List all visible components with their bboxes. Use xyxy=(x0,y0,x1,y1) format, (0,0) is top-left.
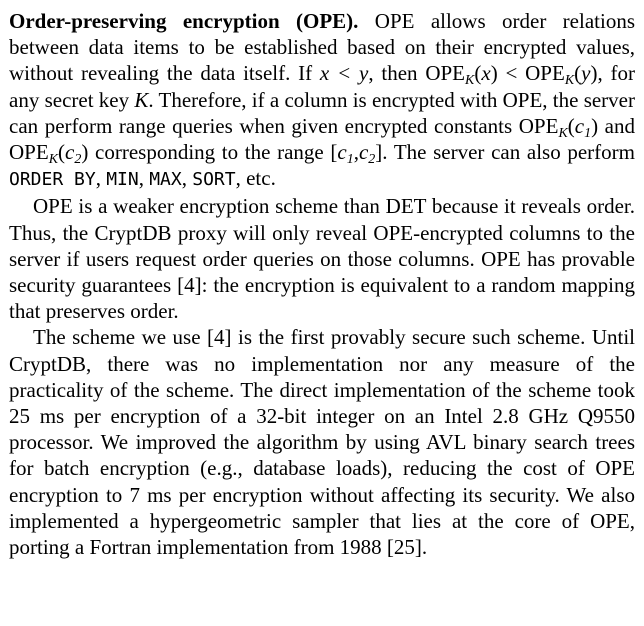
body-text: OPE is a weaker encryption scheme than D… xyxy=(9,194,635,324)
body-text: The scheme we use [4] is the first prova… xyxy=(9,325,635,560)
sql-keyword: MIN xyxy=(106,169,139,191)
ope-function: OPEK(x) xyxy=(425,61,498,89)
body-text: < xyxy=(497,61,526,86)
section-heading: Order-preserving encryption (OPE). xyxy=(9,9,359,33)
ope-function: OPEK(y) xyxy=(525,61,598,89)
math-subscript: 1 xyxy=(346,152,354,168)
key-subscript: K xyxy=(558,125,568,141)
key-subscript: K xyxy=(564,73,575,89)
key-subscript: K xyxy=(48,152,59,168)
math-subscript: 2 xyxy=(368,152,376,168)
body-text: , xyxy=(138,166,150,191)
paragraph-ope-security: OPE is a weaker encryption scheme than D… xyxy=(9,193,635,324)
math-subscript: 2 xyxy=(74,152,82,168)
sql-keyword: ORDER BY xyxy=(9,169,96,191)
math-variable: c1 xyxy=(337,140,354,168)
sql-keyword: MAX xyxy=(149,169,182,191)
ope-function: OPEK(c2) xyxy=(9,140,89,168)
key-subscript: K xyxy=(465,73,475,89)
math-variable: c1 xyxy=(574,113,592,141)
range-interval: [c1,c2] xyxy=(330,140,383,168)
body-text: , xyxy=(95,166,107,191)
math-variable: c2 xyxy=(358,140,376,168)
paragraph-ope-definition: Order-preserving encryption (OPE). OPE a… xyxy=(9,8,635,193)
body-text: , xyxy=(181,166,193,191)
body-text: , then xyxy=(368,61,426,86)
math-variable: y xyxy=(581,61,591,86)
inline-math: x < y xyxy=(319,61,369,86)
paragraph-ope-implementation: The scheme we use [4] is the first prova… xyxy=(9,324,635,560)
paper-page: Order-preserving encryption (OPE). OPE a… xyxy=(0,0,644,626)
inline-math: K xyxy=(134,87,149,112)
body-text: , etc. xyxy=(235,166,276,191)
math-subscript: 1 xyxy=(584,125,592,141)
body-text: and xyxy=(598,113,636,138)
math-variable: c2 xyxy=(65,140,82,168)
body-text: . The server can also perform xyxy=(382,140,635,165)
sql-keyword: SORT xyxy=(192,169,236,191)
ope-function: OPEK(c1) xyxy=(518,113,599,141)
math-variable: x xyxy=(481,61,491,86)
body-text: corresponding to the range xyxy=(88,140,331,165)
